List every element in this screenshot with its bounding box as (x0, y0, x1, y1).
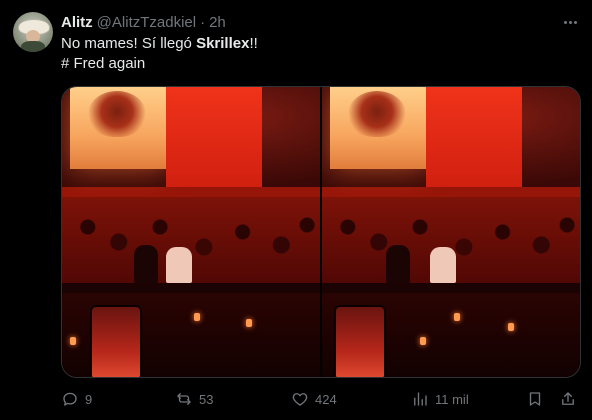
repost-icon (177, 393, 191, 405)
tweet-timestamp[interactable]: 2h (209, 14, 226, 31)
reply-button[interactable]: 9 (61, 388, 92, 410)
more-icon[interactable] (560, 12, 580, 32)
reply-icon (63, 392, 77, 406)
tweet-actions: 9 53 424 11 mil (61, 388, 579, 410)
repost-count: 53 (199, 391, 214, 407)
flag-emblem (348, 91, 406, 137)
avatar[interactable] (13, 12, 53, 52)
like-count: 424 (315, 391, 337, 407)
dj-figure (430, 247, 456, 283)
reply-count: 9 (85, 391, 93, 407)
bookmark-button[interactable] (526, 388, 544, 410)
dj-booth (62, 283, 320, 293)
tweet-text-suffix: !! (249, 35, 258, 52)
user-handle[interactable]: @AlitzTzadkiel (97, 14, 196, 31)
tweet-text-line-2: # Fred again (61, 55, 146, 72)
heart-icon (292, 393, 308, 406)
display-name[interactable]: Alitz (61, 14, 93, 31)
share-icon (562, 392, 574, 405)
phone-screen (334, 305, 386, 377)
phone-screen (90, 305, 142, 377)
tweet-header: Alitz @AlitzTzadkiel · 2h (61, 12, 226, 32)
views-icon (414, 392, 427, 406)
dj-booth (322, 283, 580, 293)
repost-button[interactable]: 53 (175, 388, 213, 410)
tweet-text-line-1: No mames! Sí llegó Skrillex!! (61, 34, 258, 54)
media-photo-1[interactable] (62, 87, 320, 377)
flag-emblem (88, 91, 146, 137)
like-button[interactable]: 424 (291, 388, 337, 410)
views-button[interactable]: 11 mil (411, 388, 469, 410)
flag-red-section (426, 87, 522, 187)
tweet[interactable]: Alitz @AlitzTzadkiel · 2h No mames! Sí l… (0, 0, 592, 420)
flag-red-section (166, 87, 262, 187)
media-photo-2[interactable] (322, 87, 580, 377)
bookmark-icon (529, 392, 541, 406)
dj-figure (386, 245, 410, 283)
tweet-text-prefix: No mames! Sí llegó (61, 35, 197, 52)
media-grid (61, 86, 581, 378)
share-button[interactable] (559, 388, 577, 410)
dj-figure (166, 247, 192, 283)
views-count: 11 mil (435, 391, 469, 407)
mention-skrillex: Skrillex (196, 35, 250, 52)
header-separator: · (200, 13, 206, 31)
tweet-text: No mames! Sí llegó Skrillex!! # Fred aga… (61, 34, 258, 74)
avatar-body (21, 41, 45, 52)
dj-figure (134, 245, 158, 283)
